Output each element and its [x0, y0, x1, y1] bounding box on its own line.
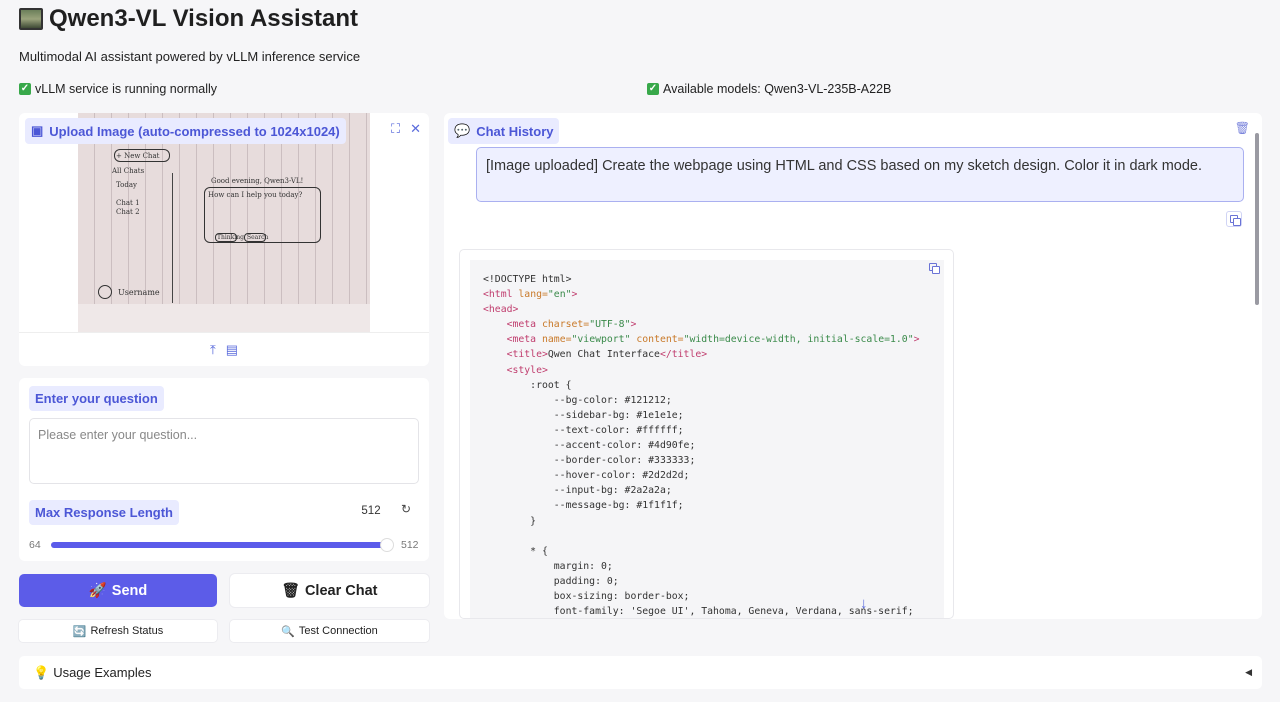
- usage-examples-accordion[interactable]: 💡 Usage Examples ◀: [19, 656, 1262, 689]
- lightbulb-icon: 💡: [33, 664, 50, 680]
- send-button[interactable]: 🚀 Send: [19, 574, 217, 607]
- chat-scrollbar[interactable]: [1255, 133, 1259, 305]
- close-icon[interactable]: ✕: [410, 121, 421, 137]
- upload-tools: ⛶ ✕: [391, 121, 421, 137]
- models-status: ✓ Available models: Qwen3-VL-235B-A22B: [647, 82, 891, 96]
- refresh-icon: 🔄: [72, 625, 87, 638]
- chat-history-panel: 💬 Chat History 🗑 [Image uploaded] Create…: [444, 113, 1262, 619]
- framed-picture-icon: [19, 8, 43, 30]
- sketch-all-chats: All Chats: [112, 167, 145, 175]
- fullscreen-icon[interactable]: ⛶: [391, 121, 400, 137]
- sketch-username: Username: [118, 288, 160, 297]
- reset-icon[interactable]: ↻: [401, 502, 411, 516]
- copy-icon[interactable]: [1226, 211, 1242, 227]
- question-label: Enter your question: [29, 386, 164, 411]
- sketch-new-chat: + New Chat: [116, 152, 160, 160]
- chat-bubble-icon: 💬: [454, 123, 471, 138]
- refresh-status-button[interactable]: 🔄 Refresh Status: [19, 620, 217, 642]
- sketch-today: Today: [116, 181, 137, 189]
- app-title: Qwen3-VL Vision Assistant: [19, 5, 358, 33]
- models-status-text: Available models: Qwen3-VL-235B-A22B: [663, 82, 892, 96]
- uploaded-sketch-image: + New Chat All Chats Today Chat 1 Chat 2…: [78, 113, 370, 332]
- scroll-down-icon[interactable]: ↓: [860, 595, 868, 612]
- service-status-text: vLLM service is running normally: [35, 82, 218, 96]
- chat-history-label: 💬 Chat History: [448, 118, 560, 144]
- collapse-arrow-icon[interactable]: ◀: [1245, 667, 1252, 678]
- max-length-label: Max Response Length: [29, 500, 179, 525]
- check-icon: ✓: [647, 83, 659, 95]
- upload-footer: ⤒ ▤: [19, 332, 429, 366]
- slider-thumb[interactable]: [380, 538, 394, 552]
- check-icon: ✓: [19, 83, 31, 95]
- image-icon: ▣: [31, 123, 44, 138]
- test-connection-button[interactable]: 🔍 Test Connection: [230, 620, 429, 642]
- sketch-thinking: Thinking: [217, 234, 244, 241]
- slider-min-label: 64: [29, 539, 41, 551]
- max-length-slider[interactable]: [51, 538, 394, 552]
- max-length-number-input[interactable]: 512: [349, 501, 393, 521]
- upload-image-label: ▣ Upload Image (auto-compressed to 1024x…: [25, 118, 346, 144]
- slider-max-label: 512: [401, 539, 419, 551]
- copy-code-icon[interactable]: [926, 260, 942, 276]
- sketch-help: How can I help you today?: [208, 191, 303, 199]
- upload-icon[interactable]: ⤒: [210, 342, 216, 358]
- page-title: Qwen3-VL Vision Assistant: [49, 5, 358, 32]
- sketch-chat2: Chat 2: [116, 208, 140, 216]
- question-panel: Enter your question Please enter your qu…: [19, 378, 429, 561]
- trash-icon: 🗑: [281, 583, 300, 599]
- slider-fill: [51, 542, 387, 548]
- assistant-message: <!DOCTYPE html> <html lang="en"> <head> …: [459, 249, 954, 619]
- user-message: [Image uploaded] Create the webpage usin…: [476, 147, 1244, 202]
- sketch-search: Search: [247, 234, 269, 241]
- magnifier-icon: 🔍: [281, 625, 295, 638]
- sketch-greeting: Good evening, Qwen3-VL!: [211, 177, 304, 185]
- page-subtitle: Multimodal AI assistant powered by vLLM …: [19, 49, 361, 64]
- sketch-chat1: Chat 1: [116, 199, 140, 207]
- clipboard-icon[interactable]: ▤: [226, 342, 238, 358]
- service-status: ✓ vLLM service is running normally: [19, 82, 217, 96]
- clear-chat-button[interactable]: 🗑 Clear Chat: [230, 574, 429, 607]
- trash-icon[interactable]: 🗑: [1235, 121, 1250, 135]
- rocket-icon: 🚀: [88, 583, 107, 599]
- code-block: <!DOCTYPE html> <html lang="en"> <head> …: [470, 260, 944, 618]
- question-input[interactable]: Please enter your question...: [29, 418, 419, 484]
- image-upload-panel[interactable]: + New Chat All Chats Today Chat 1 Chat 2…: [19, 113, 429, 366]
